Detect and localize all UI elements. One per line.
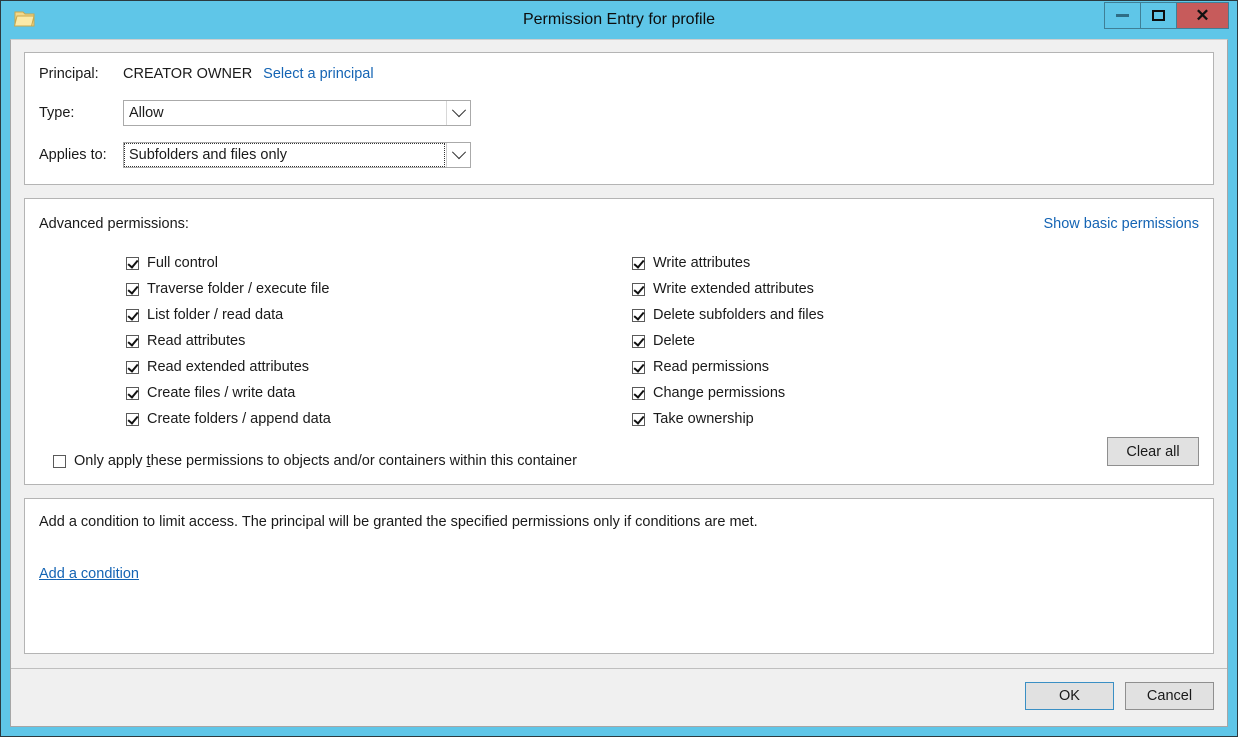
permission-left-checkbox-5[interactable] bbox=[126, 386, 139, 400]
cancel-button[interactable]: Cancel bbox=[1125, 682, 1214, 710]
permission-label: Full control bbox=[147, 255, 218, 271]
principal-panel: Principal: CREATOR OWNER Select a princi… bbox=[24, 52, 1214, 185]
only-apply-label: Only apply these permissions to objects … bbox=[74, 453, 577, 469]
permission-label: Write extended attributes bbox=[653, 281, 814, 297]
dialog-footer: OK Cancel bbox=[11, 668, 1227, 726]
applies-to-label: Applies to: bbox=[39, 147, 107, 163]
chevron-down-icon bbox=[446, 101, 470, 125]
permission-left-checkbox-6[interactable] bbox=[126, 412, 139, 426]
permission-row[interactable]: Full control bbox=[126, 250, 331, 276]
title-bar[interactable]: Permission Entry for profile ✕ bbox=[1, 1, 1237, 39]
permission-row[interactable]: Write attributes bbox=[632, 250, 824, 276]
conditions-description: Add a condition to limit access. The pri… bbox=[39, 514, 758, 530]
permission-left-checkbox-0[interactable] bbox=[126, 256, 139, 270]
permission-label: Delete bbox=[653, 333, 695, 349]
principal-value: CREATOR OWNER bbox=[123, 66, 253, 82]
applies-to-row: Applies to: Subfolders and files only bbox=[39, 142, 471, 168]
permission-right-checkbox-0[interactable] bbox=[632, 256, 645, 270]
advanced-permissions-panel: Advanced permissions: Show basic permiss… bbox=[24, 198, 1214, 485]
clear-all-button[interactable]: Clear all bbox=[1107, 437, 1199, 466]
permission-left-checkbox-3[interactable] bbox=[126, 334, 139, 348]
window-controls: ✕ bbox=[1104, 2, 1229, 29]
permissions-left-column: Full control Traverse folder / execute fi… bbox=[126, 250, 331, 432]
permission-right-checkbox-1[interactable] bbox=[632, 282, 645, 296]
only-apply-checkbox[interactable] bbox=[53, 454, 66, 468]
add-condition-accel: d bbox=[48, 566, 57, 582]
permission-label: Delete subfolders and files bbox=[653, 307, 824, 323]
add-condition-after: d a condition bbox=[56, 566, 139, 582]
permission-row[interactable]: Delete subfolders and files bbox=[632, 302, 824, 328]
permission-label: Write attributes bbox=[653, 255, 751, 271]
dialog-content: Principal: CREATOR OWNER Select a princi… bbox=[11, 40, 1227, 668]
permission-right-checkbox-6[interactable] bbox=[632, 412, 645, 426]
applies-to-dropdown[interactable]: Subfolders and files only bbox=[123, 142, 471, 168]
permission-label: Change permissions bbox=[653, 385, 786, 401]
close-icon: ✕ bbox=[1195, 6, 1210, 25]
ok-button[interactable]: OK bbox=[1025, 682, 1114, 710]
permission-left-checkbox-2[interactable] bbox=[126, 308, 139, 322]
only-apply-label-after: hese permissions to objects and/or conta… bbox=[150, 453, 577, 469]
select-a-principal-link[interactable]: Select a principal bbox=[263, 66, 373, 82]
permission-row[interactable]: Read extended attributes bbox=[126, 354, 331, 380]
permission-label: List folder / read data bbox=[147, 307, 284, 323]
permission-left-checkbox-1[interactable] bbox=[126, 282, 139, 296]
only-apply-label-before: Only apply bbox=[74, 453, 147, 469]
window-title: Permission Entry for profile bbox=[522, 11, 716, 28]
only-apply-checkbox-row[interactable]: Only apply these permissions to objects … bbox=[53, 448, 577, 474]
show-basic-permissions-link[interactable]: Show basic permissions bbox=[1043, 216, 1199, 232]
add-condition-before: A bbox=[39, 566, 49, 582]
permission-row[interactable]: Read attributes bbox=[126, 328, 331, 354]
minimize-icon bbox=[1116, 14, 1129, 17]
permission-row[interactable]: Create files / write data bbox=[126, 380, 331, 406]
type-dropdown-value: Allow bbox=[129, 105, 164, 121]
permission-label: Read attributes bbox=[147, 333, 246, 349]
principal-row: Principal: CREATOR OWNER Select a princi… bbox=[39, 66, 374, 82]
permission-label: Create files / write data bbox=[147, 385, 296, 401]
permission-label: Take ownership bbox=[653, 411, 754, 427]
permission-row[interactable]: Take ownership bbox=[632, 406, 824, 432]
maximize-button[interactable] bbox=[1140, 2, 1176, 29]
principal-label: Principal: bbox=[39, 66, 99, 82]
permission-label: Read permissions bbox=[653, 359, 770, 375]
permission-row[interactable]: Create folders / append data bbox=[126, 406, 331, 432]
permission-label: Create folders / append data bbox=[147, 411, 331, 427]
dialog-client-area: Principal: CREATOR OWNER Select a princi… bbox=[10, 39, 1228, 727]
type-label: Type: bbox=[39, 105, 75, 121]
close-button[interactable]: ✕ bbox=[1176, 2, 1229, 29]
permission-row[interactable]: Change permissions bbox=[632, 380, 824, 406]
minimize-button[interactable] bbox=[1104, 2, 1140, 29]
permission-right-checkbox-2[interactable] bbox=[632, 308, 645, 322]
permission-entry-dialog: Permission Entry for profile ✕ Principal… bbox=[0, 0, 1238, 737]
permission-right-checkbox-3[interactable] bbox=[632, 334, 645, 348]
permission-right-checkbox-4[interactable] bbox=[632, 360, 645, 374]
permission-label: Read extended attributes bbox=[147, 359, 310, 375]
applies-to-dropdown-value: Subfolders and files only bbox=[129, 147, 287, 163]
type-dropdown[interactable]: Allow bbox=[123, 100, 471, 126]
permissions-right-column: Write attributes Write extended attribute… bbox=[632, 250, 824, 432]
permission-row[interactable]: List folder / read data bbox=[126, 302, 331, 328]
type-row: Type: Allow bbox=[39, 100, 471, 126]
permission-label: Traverse folder / execute file bbox=[147, 281, 330, 297]
chevron-down-icon bbox=[446, 143, 470, 167]
maximize-icon bbox=[1152, 10, 1165, 21]
conditions-panel: Add a condition to limit access. The pri… bbox=[24, 498, 1214, 654]
permission-row[interactable]: Write extended attributes bbox=[632, 276, 824, 302]
permission-row[interactable]: Delete bbox=[632, 328, 824, 354]
permission-row[interactable]: Traverse folder / execute file bbox=[126, 276, 331, 302]
permission-left-checkbox-4[interactable] bbox=[126, 360, 139, 374]
add-a-condition-link[interactable]: Add a condition bbox=[39, 566, 139, 582]
advanced-permissions-label: Advanced permissions: bbox=[39, 216, 189, 232]
permission-right-checkbox-5[interactable] bbox=[632, 386, 645, 400]
permission-row[interactable]: Read permissions bbox=[632, 354, 824, 380]
